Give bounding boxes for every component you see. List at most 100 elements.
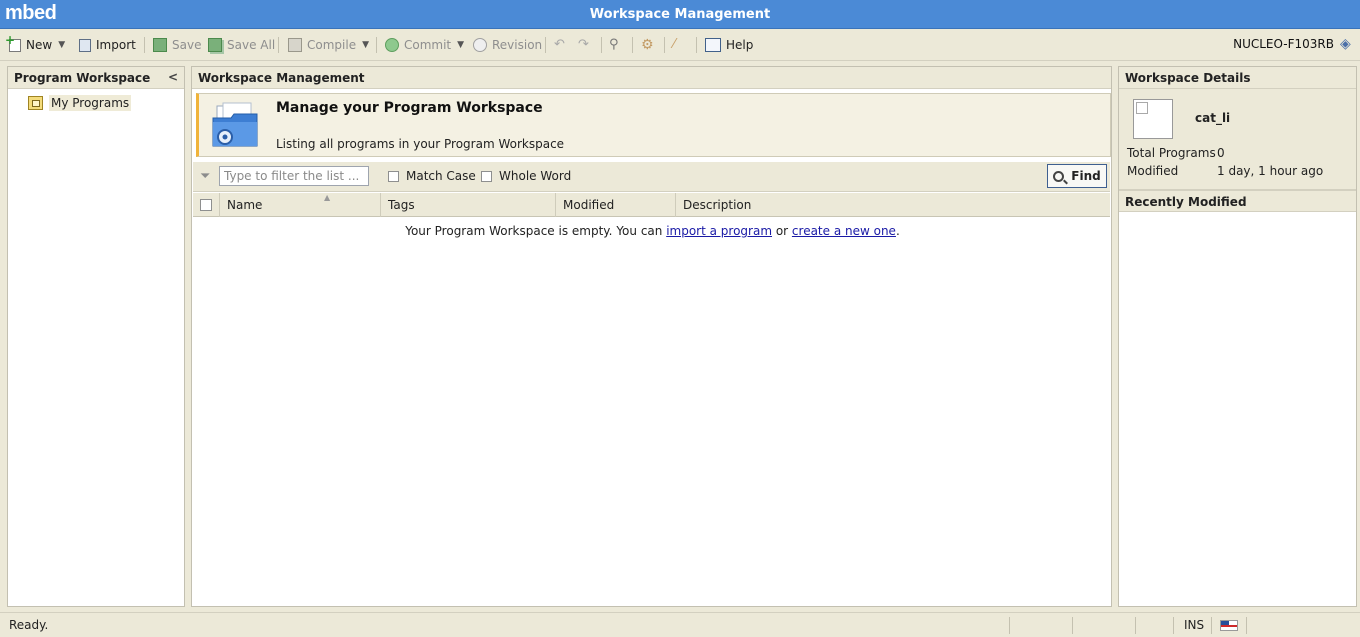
save-label: Save	[172, 38, 202, 52]
find-label: Find	[1071, 169, 1101, 183]
checkbox-box[interactable]	[388, 170, 399, 182]
filter-bar: ⏷ Match Case Whole Word Find	[193, 162, 1110, 192]
status-separator	[1246, 617, 1247, 634]
panel-title: Recently Modified	[1125, 195, 1247, 209]
redo-button[interactable]: ↷	[578, 36, 599, 54]
new-label: New	[26, 38, 53, 52]
modified-row: Modified 1 day, 1 hour ago	[1127, 164, 1323, 178]
whole-word-label: Whole Word	[499, 169, 572, 183]
total-programs-row: Total Programs0	[1127, 146, 1225, 160]
help-button[interactable]: Help	[705, 36, 753, 54]
column-header-modified[interactable]: Modified	[556, 193, 676, 217]
panel-title: Workspace Management	[198, 71, 365, 85]
banner-subtitle: Listing all programs in your Program Wor…	[276, 137, 565, 151]
new-file-icon	[5, 33, 21, 52]
commit-label: Commit	[404, 38, 452, 52]
banner-title: Manage your Program Workspace	[276, 100, 543, 116]
search-icon	[1053, 170, 1065, 182]
chevron-down-icon[interactable]: ▼	[58, 40, 65, 50]
empty-workspace-message: Your Program Workspace is empty. You can…	[192, 224, 1113, 238]
column-header-tags[interactable]: Tags	[381, 193, 556, 217]
wand-icon: ⁄	[673, 37, 676, 52]
book-icon	[705, 38, 721, 52]
title-bar: mbed Workspace Management	[0, 0, 1360, 29]
checkbox-box[interactable]	[481, 170, 492, 182]
compile-icon	[288, 38, 302, 52]
undo-button[interactable]: ↶	[554, 36, 575, 54]
settings-button[interactable]: ⚙	[641, 36, 662, 54]
panel-header: Workspace Management	[192, 67, 1111, 89]
panel-title: Program Workspace	[14, 71, 151, 85]
whole-word-checkbox[interactable]: Whole Word	[481, 169, 571, 183]
find-replace-button[interactable]: ⚲	[609, 36, 630, 54]
find-button[interactable]: Find	[1047, 164, 1107, 188]
new-button[interactable]: New ▼	[5, 33, 65, 54]
detail-label: Modified	[1127, 164, 1179, 178]
toolbar: New ▼ Import Save Save All Compile ▼ Com…	[0, 29, 1360, 61]
toolbar-separator	[696, 37, 697, 53]
column-label: Modified	[563, 198, 615, 212]
column-label: Name	[227, 198, 263, 212]
save-button[interactable]: Save	[153, 36, 201, 54]
revision-icon	[473, 38, 487, 52]
toolbar-separator	[144, 37, 145, 53]
save-all-button[interactable]: Save All	[208, 36, 275, 54]
column-label: Tags	[388, 198, 415, 212]
save-all-label: Save All	[227, 38, 276, 52]
gear-icon: ⚙	[641, 37, 654, 53]
select-all-checkbox[interactable]	[193, 193, 220, 217]
status-separator	[1072, 617, 1073, 634]
folder-settings-icon	[212, 102, 258, 147]
detail-value: 1 day, 1 hour ago	[1217, 164, 1324, 178]
create-program-link[interactable]: create a new one	[792, 224, 896, 238]
workspace-folder-icon	[28, 95, 43, 110]
import-label: Import	[96, 38, 136, 52]
toolbar-separator	[664, 37, 665, 53]
filter-input[interactable]	[219, 166, 369, 186]
toolbar-separator	[278, 37, 279, 53]
save-icon	[153, 38, 167, 52]
toolbar-separator	[601, 37, 602, 53]
status-bar: Ready. INS	[0, 612, 1360, 637]
target-platform[interactable]: NUCLEO-F103RB	[1233, 37, 1334, 51]
workspace-banner: Manage your Program Workspace Listing al…	[196, 93, 1111, 157]
save-all-icon	[208, 38, 222, 52]
status-text: Ready.	[9, 618, 49, 632]
toolbar-separator	[376, 37, 377, 53]
match-case-checkbox[interactable]: Match Case	[388, 169, 476, 183]
insert-mode-indicator: INS	[1184, 618, 1205, 632]
panel-header: Workspace Details	[1119, 67, 1356, 89]
avatar[interactable]	[1133, 99, 1173, 139]
board-icon[interactable]: ◈	[1340, 37, 1355, 52]
empty-text: Your Program Workspace is empty. You can	[405, 224, 667, 238]
workspace-details: cat_li Total Programs0 Modified 1 day, 1 …	[1119, 89, 1356, 190]
compile-label: Compile	[307, 38, 357, 52]
detail-label: Total Programs	[1127, 146, 1216, 160]
chevron-down-icon[interactable]: ▼	[362, 40, 369, 50]
import-program-link[interactable]: import a program	[666, 224, 772, 238]
tree-item-my-programs[interactable]: My Programs	[28, 94, 132, 111]
column-header-description[interactable]: Description	[676, 193, 1110, 217]
column-header-name[interactable]: ▲ Name	[220, 193, 381, 217]
match-case-label: Match Case	[406, 169, 476, 183]
format-code-button[interactable]: ⁄	[673, 36, 694, 54]
chevron-down-icon[interactable]: ▼	[457, 40, 464, 50]
panel-header: Program Workspace <	[8, 67, 184, 89]
compile-button[interactable]: Compile ▼	[288, 36, 369, 54]
column-label: Description	[683, 198, 752, 212]
collapse-icon[interactable]: <	[168, 70, 178, 84]
checkbox-box[interactable]	[200, 199, 212, 211]
status-separator	[1009, 617, 1010, 634]
tree-item-label: My Programs	[49, 94, 132, 111]
empty-text: .	[895, 224, 900, 238]
redo-icon: ↷	[578, 37, 589, 52]
language-flag-icon[interactable]	[1220, 620, 1238, 631]
username[interactable]: cat_li	[1195, 111, 1230, 125]
import-button[interactable]: Import	[79, 36, 136, 54]
commit-icon	[385, 38, 399, 52]
programs-table-header: ▲ Name Tags Modified Description	[193, 193, 1110, 217]
status-separator	[1211, 617, 1212, 634]
commit-button[interactable]: Commit ▼	[385, 36, 464, 54]
panel-title: Workspace Details	[1125, 71, 1251, 85]
revision-button[interactable]: Revision	[473, 36, 542, 54]
